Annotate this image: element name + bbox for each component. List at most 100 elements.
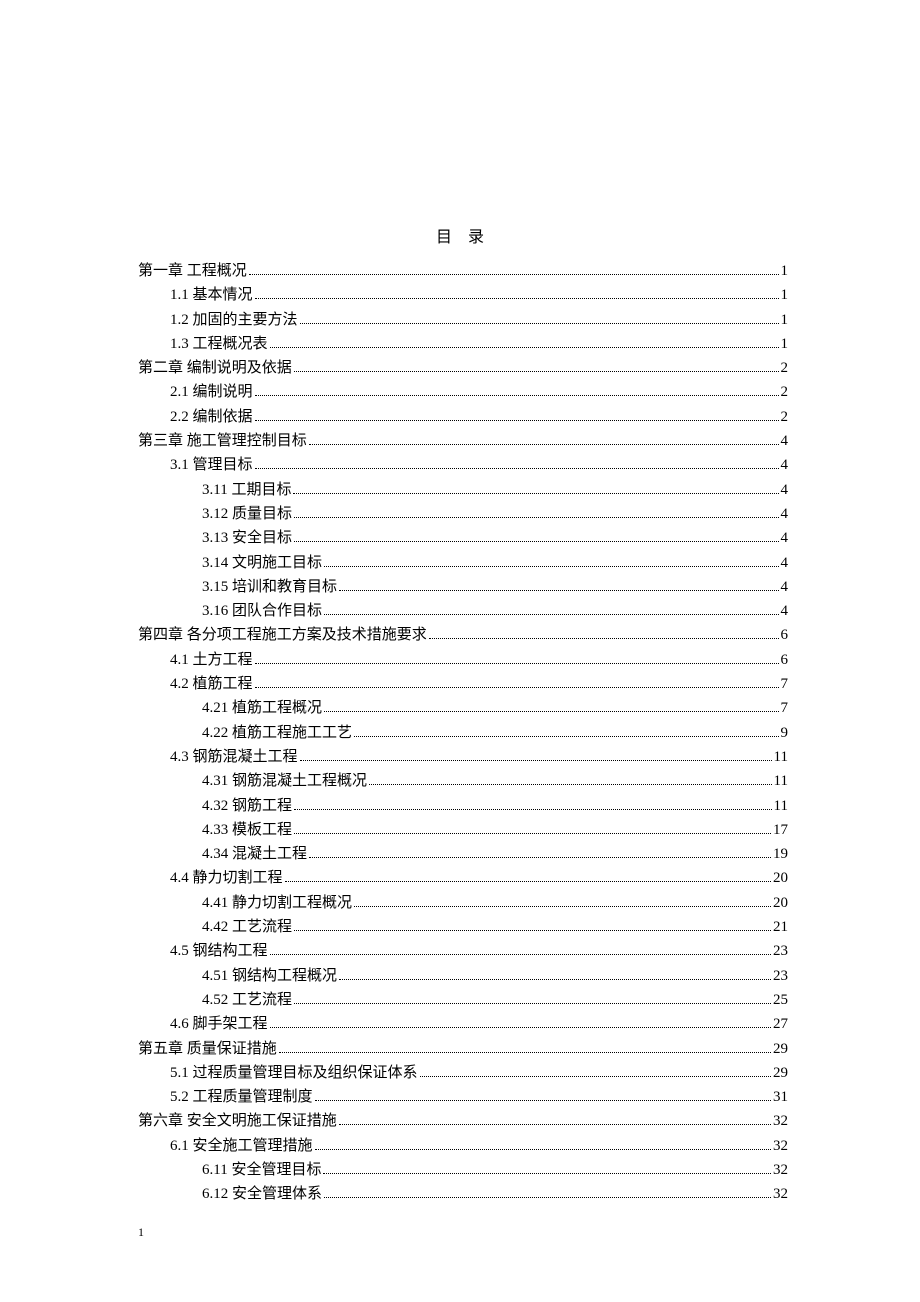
toc-label: 4.32 钢筋工程	[202, 794, 292, 818]
toc-label: 4.21 植筋工程概况	[202, 696, 322, 720]
toc-label: 2.1 编制说明	[170, 380, 253, 404]
toc-leader-dots	[270, 347, 779, 348]
toc-label: 4.2 植筋工程	[170, 672, 253, 696]
toc-entry[interactable]: 第四章 各分项工程施工方案及技术措施要求 6	[138, 623, 788, 647]
toc-entry[interactable]: 1.2 加固的主要方法1	[138, 308, 788, 332]
toc-entry[interactable]: 3.13 安全目标4	[138, 526, 788, 550]
document-page: 目 录 第一章 工程概况11.1 基本情况11.2 加固的主要方法11.3 工程…	[0, 0, 920, 1207]
toc-label: 4.31 钢筋混凝土工程概况	[202, 769, 367, 793]
toc-leader-dots	[339, 1124, 771, 1125]
toc-page-number: 19	[773, 842, 788, 866]
toc-list: 第一章 工程概况11.1 基本情况11.2 加固的主要方法11.3 工程概况表1…	[138, 259, 788, 1207]
toc-entry[interactable]: 4.3 钢筋混凝土工程11	[138, 745, 788, 769]
toc-entry[interactable]: 4.42 工艺流程21	[138, 915, 788, 939]
toc-entry[interactable]: 4.6 脚手架工程27	[138, 1012, 788, 1036]
toc-entry[interactable]: 4.33 模板工程17	[138, 818, 788, 842]
toc-label: 第四章 各分项工程施工方案及技术措施要求	[138, 623, 427, 647]
toc-leader-dots	[420, 1076, 771, 1077]
toc-entry[interactable]: 6.11 安全管理目标32	[138, 1158, 788, 1182]
toc-entry[interactable]: 6.1 安全施工管理措施 32	[138, 1134, 788, 1158]
toc-page-number: 4	[781, 429, 789, 453]
toc-entry[interactable]: 4.1 土方工程6	[138, 648, 788, 672]
toc-page-number: 4	[781, 453, 789, 477]
toc-page-number: 32	[773, 1182, 788, 1206]
page-number: 1	[138, 1225, 144, 1240]
toc-entry[interactable]: 4.32 钢筋工程11	[138, 794, 788, 818]
toc-leader-dots	[255, 468, 779, 469]
toc-label: 第二章 编制说明及依据	[138, 356, 292, 380]
toc-entry[interactable]: 3.15 培训和教育目标4	[138, 575, 788, 599]
toc-entry[interactable]: 3.1 管理目标4	[138, 453, 788, 477]
toc-page-number: 2	[781, 405, 789, 429]
toc-page-number: 29	[773, 1037, 788, 1061]
toc-page-number: 23	[773, 964, 788, 988]
toc-label: 4.3 钢筋混凝土工程	[170, 745, 298, 769]
toc-page-number: 6	[781, 623, 789, 647]
toc-leader-dots	[255, 420, 779, 421]
toc-page-number: 7	[781, 696, 789, 720]
toc-leader-dots	[294, 833, 771, 834]
toc-label: 3.12 质量目标	[202, 502, 292, 526]
toc-entry[interactable]: 4.41 静力切割工程概况 20	[138, 891, 788, 915]
toc-page-number: 4	[781, 599, 789, 623]
toc-entry[interactable]: 5.2 工程质量管理制度31	[138, 1085, 788, 1109]
toc-leader-dots	[323, 1173, 771, 1174]
toc-label: 4.52 工艺流程	[202, 988, 292, 1012]
toc-entry[interactable]: 5.1 过程质量管理目标及组织保证体系29	[138, 1061, 788, 1085]
toc-label: 3.13 安全目标	[202, 526, 292, 550]
toc-page-number: 32	[773, 1158, 788, 1182]
toc-entry[interactable]: 3.16 团队合作目标4	[138, 599, 788, 623]
toc-entry[interactable]: 4.31 钢筋混凝土工程概况 11	[138, 769, 788, 793]
toc-label: 4.33 模板工程	[202, 818, 292, 842]
toc-page-number: 1	[781, 308, 789, 332]
toc-label: 第三章 施工管理控制目标	[138, 429, 307, 453]
toc-label: 6.12 安全管理体系	[202, 1182, 322, 1206]
toc-entry[interactable]: 4.2 植筋工程 7	[138, 672, 788, 696]
toc-leader-dots	[324, 1197, 771, 1198]
toc-entry[interactable]: 4.5 钢结构工程23	[138, 939, 788, 963]
toc-entry[interactable]: 4.4 静力切割工程20	[138, 866, 788, 890]
toc-entry[interactable]: 4.22 植筋工程施工工艺9	[138, 721, 788, 745]
toc-entry[interactable]: 第二章 编制说明及依据2	[138, 356, 788, 380]
toc-entry[interactable]: 3.14 文明施工目标4	[138, 551, 788, 575]
toc-page-number: 11	[774, 769, 788, 793]
toc-page-number: 4	[781, 502, 789, 526]
toc-label: 1.3 工程概况表	[170, 332, 268, 356]
toc-page-number: 2	[781, 380, 789, 404]
toc-leader-dots	[294, 371, 779, 372]
toc-label: 4.22 植筋工程施工工艺	[202, 721, 352, 745]
toc-label: 2.2 编制依据	[170, 405, 253, 429]
toc-label: 4.41 静力切割工程概况	[202, 891, 352, 915]
toc-entry[interactable]: 4.34 混凝土工程19	[138, 842, 788, 866]
toc-entry[interactable]: 6.12 安全管理体系 32	[138, 1182, 788, 1206]
toc-page-number: 32	[773, 1134, 788, 1158]
toc-entry[interactable]: 4.51 钢结构工程概况 23	[138, 964, 788, 988]
toc-entry[interactable]: 1.1 基本情况1	[138, 283, 788, 307]
toc-leader-dots	[369, 784, 772, 785]
toc-entry[interactable]: 第五章 质量保证措施29	[138, 1037, 788, 1061]
toc-leader-dots	[294, 541, 778, 542]
toc-entry[interactable]: 1.3 工程概况表1	[138, 332, 788, 356]
toc-leader-dots	[300, 323, 779, 324]
toc-page-number: 20	[773, 891, 788, 915]
toc-entry[interactable]: 第六章 安全文明施工保证措施 32	[138, 1109, 788, 1133]
toc-entry[interactable]: 第三章 施工管理控制目标 4	[138, 429, 788, 453]
toc-page-number: 32	[773, 1109, 788, 1133]
toc-page-number: 7	[781, 672, 789, 696]
toc-page-number: 4	[781, 478, 789, 502]
toc-label: 第六章 安全文明施工保证措施	[138, 1109, 337, 1133]
toc-page-number: 20	[773, 866, 788, 890]
toc-entry[interactable]: 4.52 工艺流程25	[138, 988, 788, 1012]
toc-label: 4.6 脚手架工程	[170, 1012, 268, 1036]
toc-leader-dots	[354, 906, 771, 907]
toc-label: 4.51 钢结构工程概况	[202, 964, 337, 988]
toc-entry[interactable]: 2.2 编制依据 2	[138, 405, 788, 429]
toc-label: 6.1 安全施工管理措施	[170, 1134, 313, 1158]
toc-entry[interactable]: 3.12 质量目标 4	[138, 502, 788, 526]
toc-leader-dots	[255, 298, 779, 299]
toc-leader-dots	[249, 274, 779, 275]
toc-entry[interactable]: 第一章 工程概况1	[138, 259, 788, 283]
toc-entry[interactable]: 3.11 工期目标4	[138, 478, 788, 502]
toc-entry[interactable]: 2.1 编制说明 2	[138, 380, 788, 404]
toc-entry[interactable]: 4.21 植筋工程概况 7	[138, 696, 788, 720]
